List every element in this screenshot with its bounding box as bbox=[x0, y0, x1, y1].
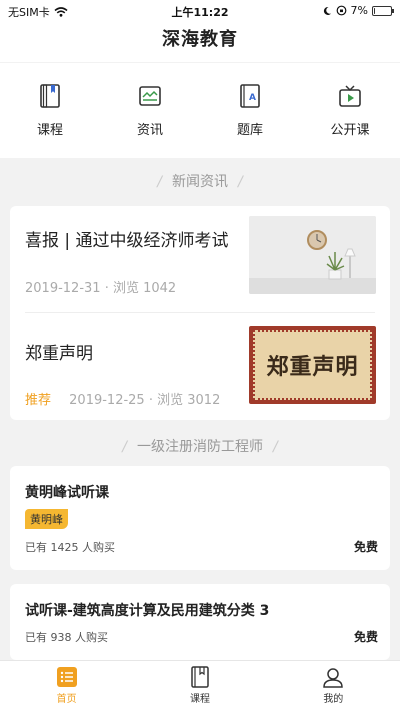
tab-bar: 首页 课程 我的 bbox=[0, 660, 400, 710]
section-title-news: / 新闻资讯 / bbox=[157, 174, 243, 190]
quick-nav-news[interactable]: 资讯 bbox=[100, 63, 200, 158]
teacher-badge: 黄明峰 bbox=[25, 509, 68, 529]
course-price: 免费 bbox=[353, 630, 378, 644]
svg-text:A: A bbox=[249, 93, 256, 103]
quick-nav-label: 资讯 bbox=[136, 123, 163, 138]
clock-plant-image bbox=[249, 216, 376, 294]
course-card[interactable]: 黄明峰试听课 黄明峰 已有 1425 人购买 免费 bbox=[10, 466, 390, 570]
recommend-tag: 推荐 bbox=[25, 393, 52, 408]
course-title: 黄明峰试听课 bbox=[25, 485, 109, 501]
news-title: 喜报 | 通过中级经济师考试 bbox=[25, 231, 229, 251]
news-thumbnail bbox=[249, 216, 376, 294]
quick-nav-question-bank[interactable]: A 题库 bbox=[200, 63, 300, 158]
tab-label: 我的 bbox=[323, 694, 344, 705]
tab-profile[interactable]: 我的 bbox=[267, 661, 400, 710]
nav-bar: 深海教育 bbox=[0, 22, 400, 62]
news-views: 浏览 1042 bbox=[112, 281, 177, 296]
battery-percent: 7% bbox=[350, 4, 368, 17]
battery-icon bbox=[372, 5, 394, 16]
news-date: 2019-12-31 bbox=[25, 281, 101, 296]
book-icon bbox=[191, 666, 209, 688]
section-title-text: 新闻资讯 bbox=[172, 174, 228, 190]
tab-home[interactable]: 首页 bbox=[0, 661, 133, 710]
news-icon bbox=[139, 86, 161, 106]
course-buyers: 已有 938 人购买 bbox=[25, 631, 108, 644]
news-thumbnail: 郑重声明 bbox=[249, 326, 376, 404]
news-views: 浏览 3012 bbox=[157, 393, 221, 408]
user-icon bbox=[323, 668, 344, 688]
tv-icon bbox=[339, 85, 361, 107]
quick-nav-label: 公开课 bbox=[330, 123, 370, 138]
quick-nav-label: 题库 bbox=[236, 123, 263, 138]
orientation-lock-icon bbox=[336, 5, 346, 16]
course-price: 免费 bbox=[353, 540, 378, 554]
section-title-courses: / 一级注册消防工程师 / bbox=[122, 439, 278, 455]
course-buyers: 已有 1425 人购买 bbox=[25, 541, 115, 554]
quick-nav-label: 课程 bbox=[36, 123, 63, 138]
section-title-text: 一级注册消防工程师 bbox=[137, 439, 263, 455]
thumbnail-text: 郑重声明 bbox=[266, 354, 359, 380]
tab-label: 课程 bbox=[189, 694, 210, 705]
page-title: 深海教育 bbox=[162, 29, 238, 50]
tab-label: 首页 bbox=[56, 694, 77, 705]
news-item[interactable]: 喜报 | 通过中级经济师考试 2019-12-31 · 浏览 1042 bbox=[10, 206, 390, 312]
quick-nav-courses[interactable]: 课程 bbox=[0, 63, 100, 158]
quick-nav: 课程 资讯 A 题库 公开课 bbox=[0, 62, 400, 158]
news-item[interactable]: 郑重声明 推荐 2019-12-25 · 浏览 3012 郑重声明 bbox=[10, 313, 390, 419]
moon-icon bbox=[323, 6, 331, 15]
home-list-icon bbox=[56, 667, 77, 687]
status-bar: 无SIM卡 上午11:22 7% bbox=[0, 0, 400, 22]
news-meta: 推荐 2019-12-25 · 浏览 3012 bbox=[25, 393, 221, 408]
book-icon bbox=[40, 84, 60, 108]
news-title: 郑重声明 bbox=[25, 344, 93, 364]
news-date: 2019-12-25 bbox=[69, 393, 145, 408]
course-card[interactable]: 试听课-建筑高度计算及民用建筑分类 3 已有 938 人购买 免费 bbox=[10, 584, 390, 660]
news-card: 喜报 | 通过中级经济师考试 2019-12-31 · 浏览 1042 郑重声明 bbox=[10, 206, 390, 420]
tab-courses[interactable]: 课程 bbox=[133, 661, 266, 710]
news-meta: 2019-12-31 · 浏览 1042 bbox=[25, 281, 177, 296]
quick-nav-open-class[interactable]: 公开课 bbox=[300, 63, 400, 158]
course-title: 试听课-建筑高度计算及民用建筑分类 3 bbox=[25, 603, 270, 619]
question-bank-icon: A bbox=[240, 84, 260, 108]
